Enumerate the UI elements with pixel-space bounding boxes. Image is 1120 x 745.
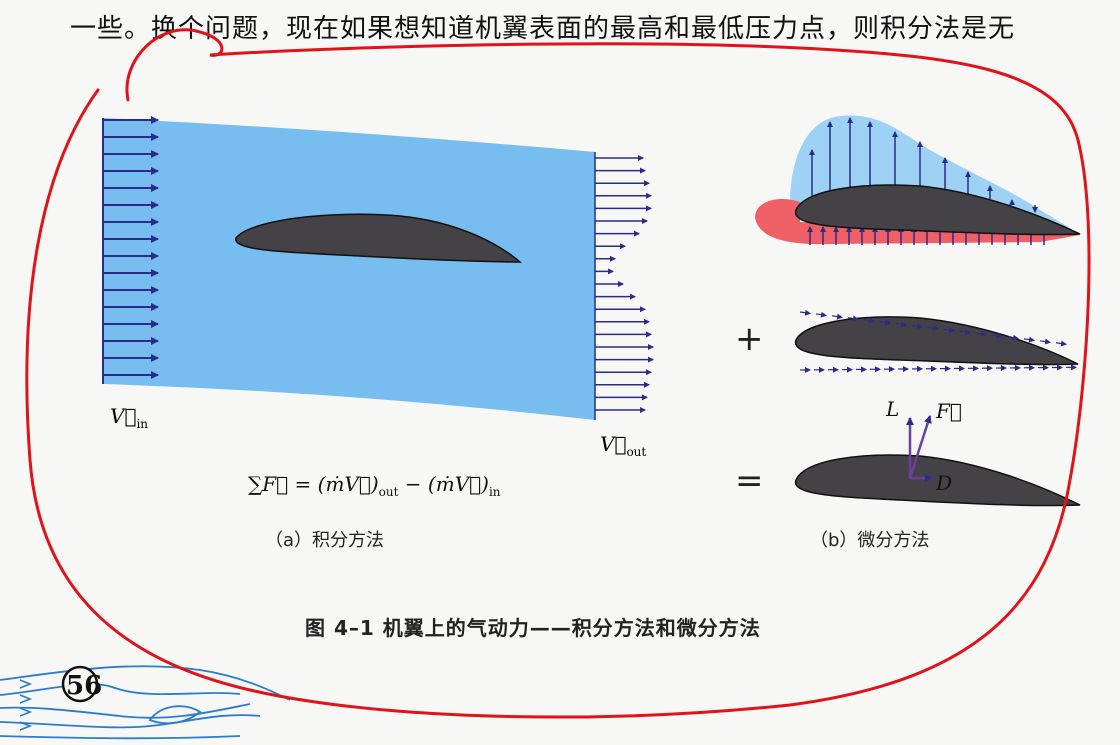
airfoil-shape	[794, 316, 1079, 366]
control-volume-region	[103, 118, 595, 420]
shear-arrow	[831, 313, 843, 320]
force-label: F⃗	[935, 399, 962, 423]
subcaption-a: （a）积分方法	[265, 530, 385, 551]
shear-arrow	[1023, 336, 1035, 343]
pressure-distribution	[755, 115, 1081, 245]
shear-arrow	[1055, 340, 1067, 347]
shear-arrow	[799, 309, 811, 316]
drag-label: D	[935, 471, 952, 495]
subcaption-b: （b）微分方法	[810, 530, 930, 551]
momentum-equation: ∑F⃗ = (ṁV⃗)out − (ṁV⃗)in	[248, 472, 501, 499]
equals-sign: =	[735, 461, 764, 501]
shear-arrow	[1039, 338, 1051, 345]
streamline-decoration	[0, 665, 291, 740]
lift-label: L	[885, 397, 899, 421]
plus-sign: +	[735, 319, 764, 359]
figure-caption: 图 4–1 机翼上的气动力——积分方法和微分方法	[305, 616, 761, 640]
control-volume-panel	[102, 116, 654, 420]
shear-stress-distribution	[794, 309, 1079, 373]
shear-arrow	[815, 311, 827, 318]
outflow-arrows	[595, 155, 654, 413]
page-number: 56	[66, 671, 103, 701]
inlet-velocity-label: V⃗in	[110, 404, 149, 431]
outlet-velocity-label: V⃗out	[600, 432, 647, 459]
